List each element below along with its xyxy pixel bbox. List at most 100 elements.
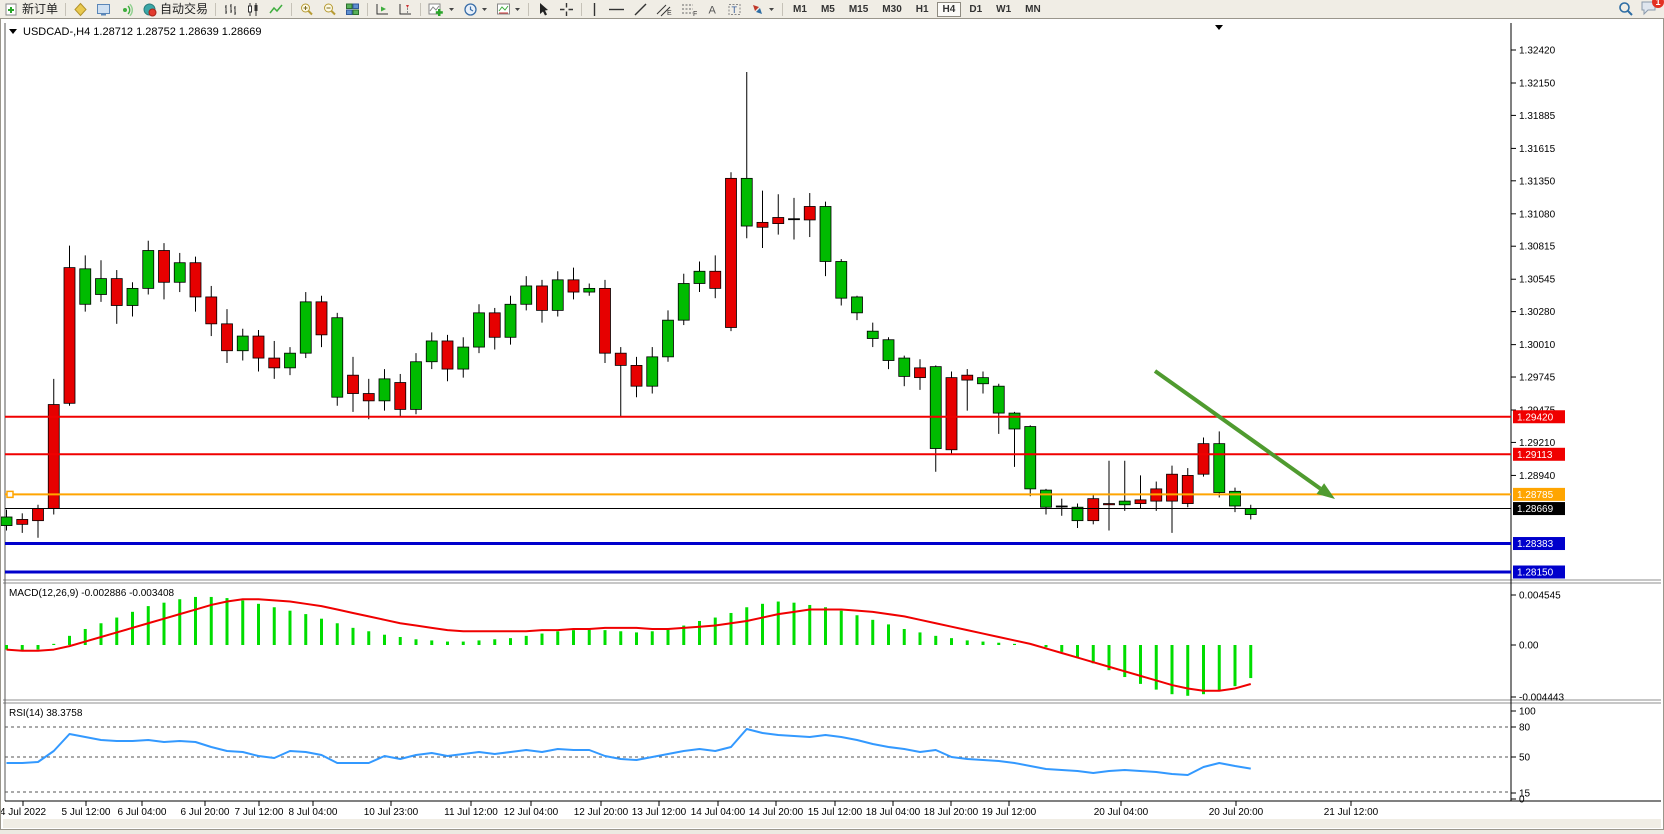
zoom-in-button[interactable] — [295, 1, 318, 17]
candlestick-chart-button[interactable] — [242, 1, 265, 17]
cursor-tool-button[interactable] — [532, 1, 555, 17]
new-order-icon — [4, 2, 19, 17]
tile-windows-button[interactable] — [341, 1, 364, 17]
main-toolbar: 新订单 自动交易 — [0, 0, 1664, 19]
bull-candle — [521, 286, 532, 304]
timeframe-button-M30[interactable]: M30 — [876, 2, 907, 17]
shapes-tool-button[interactable] — [746, 1, 779, 17]
label-icon: T — [727, 2, 742, 17]
tile-windows-icon — [345, 2, 360, 17]
vertical-line-icon — [589, 2, 600, 17]
line-chart-icon — [269, 2, 284, 17]
bear-candle — [804, 206, 815, 219]
templates-icon — [496, 2, 511, 17]
line-chart-button[interactable] — [265, 1, 288, 17]
bear-candle — [773, 217, 784, 223]
bull-candle — [852, 297, 863, 313]
bear-candle — [1198, 444, 1209, 475]
fibonacci-tool-button[interactable]: F — [677, 1, 702, 17]
time-axis-label: 5 Jul 12:00 — [62, 807, 111, 818]
templates-button[interactable] — [492, 1, 525, 17]
bull-candle — [505, 304, 516, 337]
bear-candle — [1104, 504, 1115, 505]
periods-button[interactable] — [459, 1, 492, 17]
zoom-out-button[interactable] — [318, 1, 341, 17]
horizontal-line-tool-button[interactable] — [604, 1, 629, 17]
timeframe-button-M1[interactable]: M1 — [787, 2, 813, 17]
vertical-line-tool-button[interactable] — [585, 1, 604, 17]
bar-chart-button[interactable] — [219, 1, 242, 17]
time-axis-label: 19 Jul 12:00 — [982, 807, 1037, 818]
bear-candle — [489, 313, 500, 337]
timeframe-button-H1[interactable]: H1 — [910, 2, 935, 17]
publisher-icon — [96, 2, 111, 17]
bull-candle — [458, 347, 469, 369]
bull-candle — [1, 517, 12, 526]
svg-text:1.29420: 1.29420 — [1517, 412, 1554, 423]
timeframe-button-D1[interactable]: D1 — [963, 2, 988, 17]
trendline-tool-button[interactable] — [629, 1, 652, 17]
text-icon: A — [706, 2, 719, 17]
bear-candle — [915, 368, 926, 378]
bull-candle — [584, 288, 595, 292]
bull-candle — [1056, 506, 1067, 507]
chart-shift-button[interactable] — [394, 1, 417, 17]
macd-axis-label: 0.00 — [1519, 641, 1539, 652]
timeframe-button-MN[interactable]: MN — [1019, 2, 1047, 17]
timeframe-button-H4[interactable]: H4 — [937, 2, 962, 17]
bear-candle — [568, 280, 579, 292]
timeframe-button-M15[interactable]: M15 — [843, 2, 874, 17]
indicators-button[interactable] — [424, 1, 459, 17]
auto-trading-icon — [142, 2, 157, 17]
bear-candle — [710, 271, 721, 288]
price-axis-label: 1.30545 — [1519, 275, 1556, 286]
publisher-button[interactable] — [92, 1, 115, 17]
rsi-label: RSI(14) 38.3758 — [9, 708, 83, 719]
bull-candle — [694, 271, 705, 283]
community-button[interactable] — [69, 1, 92, 17]
chart-window: 1.324201.321501.318851.316151.313501.310… — [0, 18, 1664, 830]
bull-candle — [647, 357, 658, 386]
toolbar-separator — [215, 3, 216, 16]
crosshair-tool-button[interactable] — [555, 1, 578, 17]
price-chart-svg[interactable]: 1.324201.321501.318851.316151.313501.310… — [1, 19, 1663, 829]
indicators-icon — [428, 2, 445, 17]
auto-scroll-icon — [375, 2, 390, 17]
label-tool-button[interactable]: T — [723, 1, 746, 17]
price-axis-label: 1.31080 — [1519, 209, 1556, 220]
rsi-axis-label: 0 — [1519, 795, 1525, 806]
svg-text:1.29113: 1.29113 — [1517, 450, 1553, 461]
line-drag-handle[interactable] — [7, 491, 13, 497]
signals-button[interactable] — [115, 1, 138, 17]
chevron-down-icon — [514, 2, 521, 17]
bear-candle — [253, 336, 264, 358]
candlestick-chart-icon — [246, 2, 261, 17]
notifications-button[interactable]: 1 — [1640, 0, 1658, 19]
auto-scroll-button[interactable] — [371, 1, 394, 17]
rsi-axis-label: 80 — [1519, 723, 1531, 734]
bear-candle — [946, 378, 957, 450]
timeframe-button-W1[interactable]: W1 — [990, 2, 1017, 17]
crosshair-icon — [559, 2, 574, 17]
timeframe-button-M5[interactable]: M5 — [815, 2, 841, 17]
text-tool-button[interactable]: A — [702, 1, 723, 17]
diamond-icon — [73, 2, 88, 17]
bull-candle — [426, 341, 437, 362]
trendline-icon — [633, 2, 648, 17]
bull-candle — [143, 250, 154, 288]
channel-tool-button[interactable]: E — [652, 1, 677, 17]
clock-icon — [463, 2, 478, 17]
signal-icon — [119, 2, 134, 17]
new-order-button[interactable]: 新订单 — [0, 1, 62, 17]
bear-candle — [395, 383, 406, 410]
time-axis-label: 18 Jul 04:00 — [866, 807, 921, 818]
chart-canvas[interactable]: 1.324201.321501.318851.316151.313501.310… — [1, 19, 1663, 834]
auto-trading-button[interactable]: 自动交易 — [138, 1, 212, 17]
bull-candle — [1072, 507, 1083, 520]
fibonacci-icon: F — [681, 2, 698, 17]
bull-candle — [474, 313, 485, 347]
bear-candle — [631, 365, 642, 386]
search-icon[interactable] — [1618, 1, 1634, 17]
bear-candle — [190, 263, 201, 297]
bull-candle — [1245, 508, 1256, 514]
